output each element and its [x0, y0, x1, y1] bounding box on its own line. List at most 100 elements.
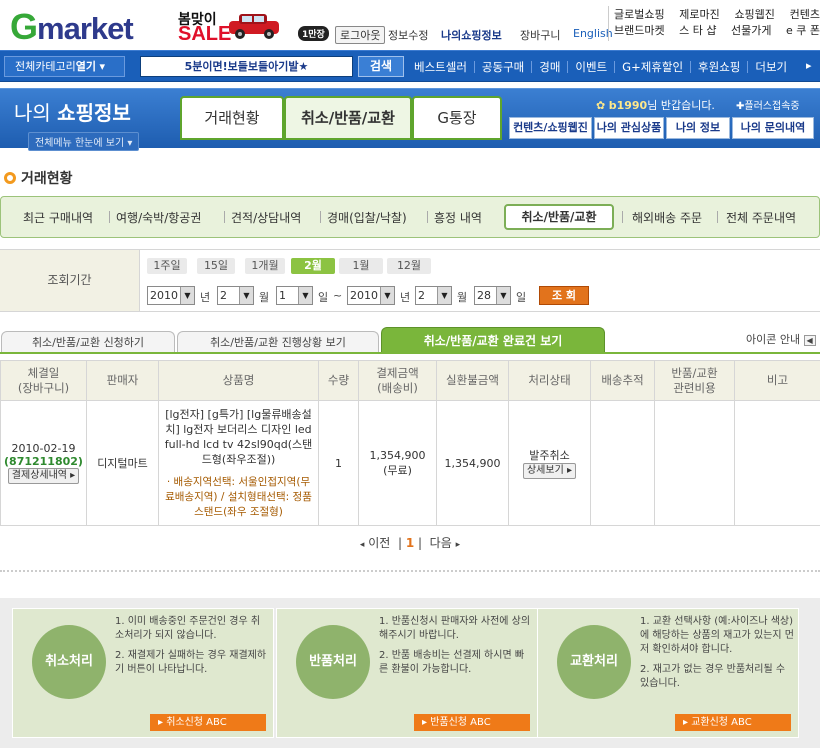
table-header-row: 체결일 (장바구니) 판매자 상품명 수량 결제금액 (배송비) 실환불금액 처리상…	[0, 360, 820, 401]
cell-date: 2010-02-19 (871211802) 결제상세내역 ▸	[0, 400, 87, 526]
cell-product: [lg전자] [g특가] [lg물류배송설치] lg전자 보더리스 디자인 le…	[158, 400, 319, 526]
cell-seller[interactable]: 디지털마트	[86, 400, 159, 526]
from-day-select[interactable]: 1 ▼	[276, 286, 313, 305]
chevron-down-icon: ▼	[239, 287, 253, 304]
from-year-select[interactable]: 2010 ▼	[147, 286, 195, 305]
nav-item-gplus[interactable]: G+제휴할인	[622, 59, 683, 75]
product-name-link[interactable]: [lg전자] [g특가] [lg물류배송설치] lg전자 보더리스 디자인 le…	[163, 407, 314, 467]
section-title: 거래현황	[4, 168, 73, 188]
subtab-overseas[interactable]: 해외배송 주문	[632, 209, 702, 226]
gmarket-logo[interactable]: Gmarket	[10, 6, 134, 48]
search-button[interactable]: 검색	[358, 56, 404, 77]
from-month-select[interactable]: 2 ▼	[217, 286, 254, 305]
order-number-link[interactable]: (871211802)	[1, 455, 86, 468]
util-link-gift[interactable]: 선물가게	[731, 23, 771, 39]
category-open-button[interactable]: 전체카테고리열기 ▾	[4, 56, 125, 77]
divider	[0, 570, 820, 572]
english-link[interactable]: English	[573, 27, 613, 40]
cell-status: 발주취소 상세보기 ▸	[508, 400, 591, 526]
tab-trade-status[interactable]: 거래현황	[180, 96, 284, 140]
interest-products-button[interactable]: 나의 관심상품	[594, 117, 664, 139]
logout-button[interactable]: 로그아웃	[335, 26, 386, 44]
prev-page-link[interactable]: ◂ 이전	[360, 536, 390, 550]
tab-gbank[interactable]: G통장	[412, 96, 502, 140]
chevron-down-icon: ▼	[496, 287, 510, 304]
tab-completed[interactable]: 취소/반품/교환 완료건 보기	[381, 327, 605, 353]
nav-menu: 베스트셀러 공동구매 경매 이벤트 G+제휴할인 후원쇼핑 더보기	[414, 59, 787, 75]
util-link-contents[interactable]: 컨텐츠	[790, 7, 820, 23]
contents-webzine-button[interactable]: 컨텐츠/쇼핑웹진	[509, 117, 592, 139]
util-link-global[interactable]: 글로벌쇼핑	[614, 7, 665, 23]
status-detail-button[interactable]: 상세보기 ▸	[522, 463, 576, 479]
edit-info-link[interactable]: 정보수정	[388, 27, 428, 43]
tab-request[interactable]: 취소/반품/교환 신청하기	[1, 331, 175, 353]
top-header: Gmarket 봄맞이 SALE 1만장 로그아웃 정보수정 나의쇼핑정보 장바…	[0, 0, 820, 50]
all-menu-button[interactable]: 전체메뉴 한눈에 보기 ▾	[28, 132, 140, 151]
cell-payment: 1,354,900 (무료)	[358, 400, 437, 526]
to-month-select[interactable]: 2 ▼	[415, 286, 452, 305]
period-1week[interactable]: 1주일	[147, 258, 187, 274]
completed-orders-table: 체결일 (장바구니) 판매자 상품명 수량 결제금액 (배송비) 실환불금액 처리상…	[0, 360, 820, 526]
period-dec[interactable]: 12월	[387, 258, 431, 274]
period-15days[interactable]: 15일	[197, 258, 235, 274]
subtab-cancel-return[interactable]: 취소/반품/교환	[504, 204, 614, 230]
plus-login-status: ✚플러스접속중	[736, 101, 800, 112]
col-qty: 수량	[318, 360, 359, 401]
nav-item-best[interactable]: 베스트셀러	[414, 59, 467, 75]
utility-links: 글로벌쇼핑 제로마진 쇼핑웹진 컨텐츠 브랜드마켓 스 타 샵 선물가게 e 쿠…	[614, 7, 820, 39]
period-jan[interactable]: 1월	[339, 258, 383, 274]
cancel-badge: 취소처리	[32, 625, 106, 699]
return-request-button[interactable]: 반품신청 ABC	[414, 714, 530, 731]
my-shopping-link[interactable]: 나의쇼핑정보	[441, 27, 502, 43]
speaker-icon: ◀	[803, 335, 816, 346]
cell-return-cost	[654, 400, 735, 526]
util-link-starshop[interactable]: 스 타 샵	[679, 23, 716, 39]
util-link-brand[interactable]: 브랜드마켓	[614, 23, 665, 39]
nav-item-donation[interactable]: 후원쇼핑	[698, 59, 740, 75]
return-badge: 반품처리	[296, 625, 370, 699]
next-page-link[interactable]: 다음 ▸	[430, 536, 460, 550]
tab-progress[interactable]: 취소/반품/교환 진행상황 보기	[177, 331, 379, 353]
my-inquiry-button[interactable]: 나의 문의내역	[732, 117, 814, 139]
cancel-info-box: 취소처리 1. 이미 배송중인 주문건인 경우 취소처리가 되지 않습니다. 2…	[12, 608, 274, 738]
cell-qty: 1	[318, 400, 359, 526]
promo-line2: SALE	[178, 23, 232, 45]
welcome-text: ✿ b1990님 반갑습니다.	[596, 99, 715, 112]
chevron-down-icon: ▾	[127, 138, 133, 149]
util-link-ecoupon[interactable]: e 쿠 폰	[786, 23, 820, 39]
subtab-estimate[interactable]: 견적/상담내역	[231, 209, 301, 226]
cell-note	[734, 400, 820, 526]
period-1month[interactable]: 1개월	[245, 258, 285, 274]
to-day-select[interactable]: 28 ▼	[474, 286, 511, 305]
cancel-request-button[interactable]: 취소신청 ABC	[150, 714, 266, 731]
nav-item-more[interactable]: 더보기	[755, 59, 787, 75]
exchange-request-button[interactable]: 교환신청 ABC	[675, 714, 791, 731]
divider	[0, 352, 820, 354]
subtab-auction[interactable]: 경매(입찰/낙찰)	[327, 209, 407, 226]
nav-item-event[interactable]: 이벤트	[575, 59, 607, 75]
search-input[interactable]: 5분이면!보들보들아기발★	[140, 56, 353, 77]
lookup-button[interactable]: 조 회	[539, 286, 589, 305]
payment-detail-button[interactable]: 결제상세내역 ▸	[7, 468, 80, 484]
subtab-all-orders[interactable]: 전체 주문내역	[726, 209, 796, 226]
subtab-travel[interactable]: 여행/숙박/항공권	[116, 209, 201, 226]
current-page[interactable]: 1	[406, 536, 414, 550]
my-info-button[interactable]: 나의 정보	[666, 117, 730, 139]
col-note: 비고	[734, 360, 820, 401]
subtab-bargain[interactable]: 흥정 내역	[434, 209, 482, 226]
col-refund: 실환불금액	[436, 360, 509, 401]
divider	[608, 6, 609, 41]
nav-item-groupbuy[interactable]: 공동구매	[482, 59, 524, 75]
cart-link[interactable]: 장바구니	[520, 27, 560, 43]
chevron-right-icon[interactable]: ▸	[806, 59, 812, 72]
to-year-select[interactable]: 2010 ▼	[347, 286, 395, 305]
period-feb[interactable]: 2월	[291, 258, 335, 274]
util-link-zeromargin[interactable]: 제로마진	[679, 7, 719, 23]
nav-item-auction[interactable]: 경매	[539, 59, 560, 75]
chevron-down-icon: ▼	[298, 287, 312, 304]
tab-cancel-return[interactable]: 취소/반품/교환	[284, 96, 412, 140]
icon-guide-link[interactable]: 아이콘 안내 ◀	[746, 331, 816, 347]
subtab-recent[interactable]: 최근 구매내역	[23, 209, 93, 226]
util-link-webzine[interactable]: 쇼핑웹진	[734, 7, 774, 23]
info-section: 취소처리 1. 이미 배송중인 주문건인 경우 취소처리가 되지 않습니다. 2…	[0, 598, 820, 748]
